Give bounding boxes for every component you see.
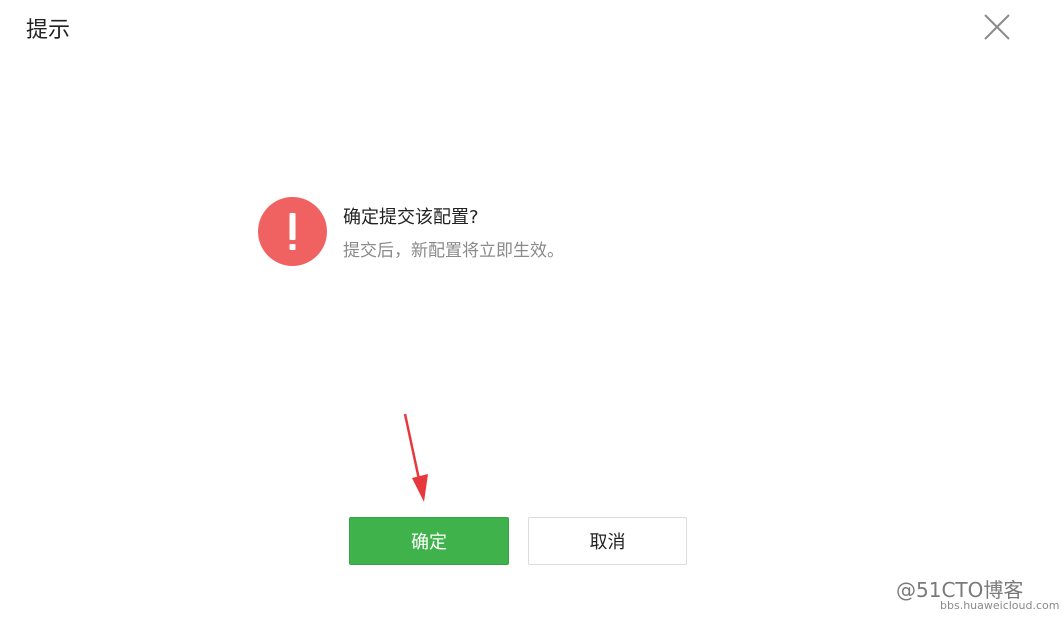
cancel-button[interactable]: 取消 [528,517,687,565]
message-title: 确定提交该配置? [343,207,479,228]
exclamation-icon [258,197,327,266]
annotation-arrow [396,410,436,506]
watermark-sub: bbs.huaweicloud.com [940,599,1060,612]
close-button[interactable] [980,10,1014,44]
message-block: 确定提交该配置? 提交后，新配置将立即生效。 [258,197,758,269]
confirm-dialog: 提示 确定提交该配置? 提交后，新配置将立即生效。 确定 取消 @51CTO博客… [0,0,1062,618]
dialog-title: 提示 [26,18,71,43]
confirm-button[interactable]: 确定 [349,517,509,565]
message-description: 提交后，新配置将立即生效。 [343,241,564,261]
watermark: @51CTO博客 bbs.huaweicloud.com [896,574,1059,614]
close-icon [984,14,1010,40]
